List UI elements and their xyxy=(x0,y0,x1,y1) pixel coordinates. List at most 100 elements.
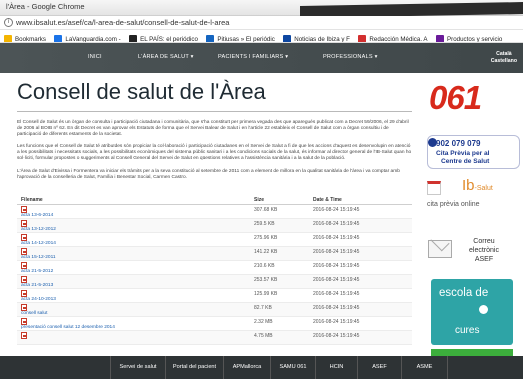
ib-salut-logo: Ib-Salut xyxy=(462,177,493,194)
emergency-number: 061 xyxy=(429,79,482,116)
bookmark-item[interactable]: Pitiusas » El periódic xyxy=(206,33,275,42)
table-row: acta 15-12-2011 141.22 KB 2016-08-24 15:… xyxy=(17,246,412,261)
bookmark-item[interactable]: LaVanguardia.com - xyxy=(54,33,121,42)
table-header: Filename Size Date & Time xyxy=(17,195,412,205)
correu-text: Correu electrònic ASEF xyxy=(469,237,499,264)
file-link[interactable]: acta 13-6-2014 xyxy=(21,213,53,218)
nav-item-pacients[interactable]: PACIENTS I FAMILIARS ▾ xyxy=(218,54,288,60)
pdf-icon[interactable] xyxy=(21,247,27,255)
pdf-icon[interactable] xyxy=(21,275,27,283)
file-link[interactable]: presentació consell salut 12 desembre 20… xyxy=(21,325,115,330)
lang-catala[interactable]: Català xyxy=(491,51,517,58)
favicon-icon xyxy=(54,35,63,42)
footer-link-asme[interactable]: ASME xyxy=(401,356,448,379)
main-content: Consell de salut de l'Àrea El Consell de… xyxy=(17,73,412,345)
intro-paragraph: El Consell de Salut és un òrgan de consu… xyxy=(17,120,409,138)
person-icon xyxy=(479,305,488,314)
right-sidebar: 061 902 079 079 Cita Prèvia per al Centr… xyxy=(421,73,523,357)
cita-line2: Centre de Salut xyxy=(441,158,490,165)
footer-link-asef[interactable]: ASEF xyxy=(357,356,401,379)
footer-links: Servei de salut Portal del pacient APMal… xyxy=(0,356,523,379)
file-link[interactable]: acta 13-12-2012 xyxy=(21,227,56,232)
file-link[interactable]: acta 14-12-2014 xyxy=(21,241,56,246)
header-filename: Filename xyxy=(21,196,43,203)
cita-previa-banner[interactable]: 902 079 079 Cita Prèvia per al Centre de… xyxy=(427,135,520,169)
site-nav: INICI L'ÀREA DE SALUT ▾ PACIENTS I FAMIL… xyxy=(0,43,523,73)
correu-line2: electrònic xyxy=(469,247,499,254)
table-row: acta 21-5-2012 210.6 KB 2016-08-24 15:19… xyxy=(17,261,412,275)
footer-link-servei-de-salut[interactable]: Servei de salut xyxy=(110,356,165,379)
pdf-icon[interactable] xyxy=(21,331,27,339)
file-date: 2016-08-24 15:19:45 xyxy=(313,220,360,227)
title-divider xyxy=(17,111,412,112)
table-row: presentació consell salut 12 desembre 20… xyxy=(17,317,412,331)
ib-salut-banner[interactable]: Ib-Salut cita prèvia online xyxy=(425,177,520,217)
file-date: 2016-08-24 15:19:45 xyxy=(313,332,360,339)
address-bar[interactable]: i www.ibsalut.es/asef/ca/l-area-de-salut… xyxy=(0,16,523,30)
ib-logo-text: Ib xyxy=(462,177,475,194)
history-paragraph: L'Àrea de Salut d'Eivissa i Formentera v… xyxy=(17,168,400,180)
pdf-icon[interactable] xyxy=(21,219,27,227)
file-link[interactable]: acta 21-5-2013 xyxy=(21,283,53,288)
file-date: 2016-08-24 15:19:45 xyxy=(313,290,360,297)
footer-link-hcin[interactable]: HCIN xyxy=(315,356,357,379)
pdf-icon[interactable] xyxy=(21,233,27,241)
cita-line1: Cita Prèvia per al xyxy=(436,150,490,157)
info-icon[interactable]: i xyxy=(4,18,13,27)
window-titlebar: l'Àrea - Google Chrome xyxy=(0,0,523,18)
file-size: 259.5 KB xyxy=(254,220,275,227)
table-row: acta 13-12-2012 259.5 KB 2016-08-24 15:1… xyxy=(17,218,412,233)
nav-item-area-de-salut[interactable]: L'ÀREA DE SALUT ▾ xyxy=(138,54,194,60)
table-row: consell salut 82.7 KB 2016-08-24 15:19:4… xyxy=(17,302,412,317)
ib-caption: cita prèvia online xyxy=(427,201,480,208)
bookmark-star-icon xyxy=(4,35,12,42)
header-date: Date & Time xyxy=(313,196,342,203)
bookmark-label: Noticias de Ibiza y F xyxy=(294,35,350,43)
file-date: 2016-08-24 15:19:45 xyxy=(313,304,360,311)
bookmark-label: Productos y servicio xyxy=(447,35,503,43)
bookmarks-bar: Bookmarks LaVanguardia.com - EL PAÍS: el… xyxy=(0,30,523,43)
file-size: 82.7 KB xyxy=(254,304,272,311)
pdf-icon[interactable] xyxy=(21,317,27,325)
file-link[interactable]: acta 15-12-2011 xyxy=(21,255,56,260)
file-date: 2016-08-24 15:19:45 xyxy=(313,318,360,325)
file-link[interactable]: consell salut xyxy=(21,311,47,316)
nav-item-professionals[interactable]: PROFESSIONALS ▾ xyxy=(323,54,378,60)
header-size: Size xyxy=(254,196,265,203)
file-link[interactable]: acta 24-10-2013 xyxy=(21,297,56,302)
bookmark-item[interactable]: Productos y servicio xyxy=(436,33,503,43)
url-text[interactable]: www.ibsalut.es/asef/ca/l-area-de-salut/c… xyxy=(16,18,229,27)
bookmark-item[interactable]: Noticias de Ibiza y F xyxy=(283,33,350,43)
bookmark-item[interactable]: Bookmarks xyxy=(4,33,46,42)
calendar-icon xyxy=(427,181,441,195)
bookmark-label: Redacción Médica. A xyxy=(369,35,428,43)
footer-link-samu-061[interactable]: SAMU 061 xyxy=(270,356,315,379)
file-size: 4.75 MB xyxy=(254,332,273,339)
pdf-icon[interactable] xyxy=(21,289,27,297)
pdf-icon[interactable] xyxy=(21,261,27,269)
file-size: 307.68 KB xyxy=(254,206,278,213)
file-size: 210.6 KB xyxy=(254,262,275,269)
envelope-icon xyxy=(428,240,452,258)
window-title: l'Àrea - Google Chrome xyxy=(6,2,85,11)
footer-link-portal-pacient[interactable]: Portal del pacient xyxy=(165,356,223,379)
bookmark-item[interactable]: EL PAÍS: el periódico xyxy=(129,33,198,42)
language-switch[interactable]: Català Castellano xyxy=(491,51,517,65)
banner-061[interactable]: 061 xyxy=(429,79,504,119)
nav-item-inici[interactable]: INICI xyxy=(88,54,102,60)
file-link[interactable]: acta 21-5-2012 xyxy=(21,269,53,274)
favicon-icon xyxy=(358,35,367,42)
escola-line2: cures xyxy=(455,325,480,336)
footer-link-apmallorca[interactable]: APMallorca xyxy=(223,356,270,379)
table-row: acta 21-5-2013 253.57 KB 2016-08-24 15:1… xyxy=(17,274,412,289)
pdf-icon[interactable] xyxy=(21,205,27,213)
correu-banner[interactable]: Correu electrònic ASEF xyxy=(425,233,520,271)
bookmark-item[interactable]: Redacción Médica. A xyxy=(358,33,428,43)
file-date: 2016-08-24 15:19:45 xyxy=(313,206,360,213)
favicon-icon xyxy=(436,35,444,42)
pdf-icon[interactable] xyxy=(21,303,27,311)
lang-castellano[interactable]: Castellano xyxy=(491,58,517,65)
correu-line3: ASEF xyxy=(474,256,494,263)
table-row: acta 24-10-2013 125.99 KB 2016-08-24 15:… xyxy=(17,289,412,303)
escola-de-cures-banner[interactable]: escola de cures xyxy=(431,279,513,345)
